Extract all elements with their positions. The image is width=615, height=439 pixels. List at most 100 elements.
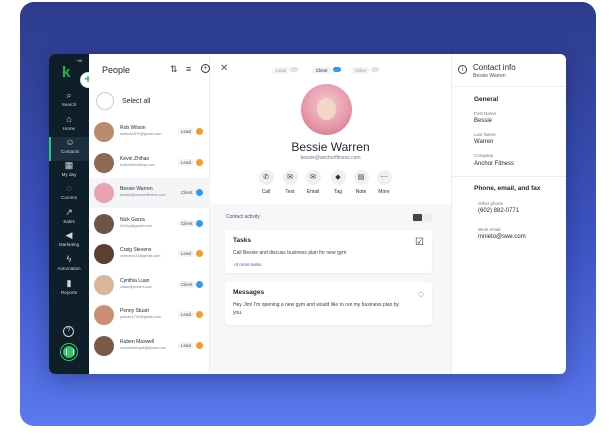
action-label: Text [285,189,295,195]
nav-label: Automation [57,266,81,271]
contact-row[interactable]: Craig Stevens cstevens33@gmail.com Lead [89,239,210,269]
status-badge: Client [178,280,196,288]
contact-row[interactable]: Rob Wilson rwilson1970@gmail.com Lead [89,117,210,147]
contact-email: bessie@anchorfitness.com [300,155,361,161]
contact-row[interactable]: Kevin Zhihao kz@mtrxchitcup.com Lead [89,148,210,178]
home-icon: ⌂ [66,114,72,124]
other-phone-label: Other phone [478,201,504,206]
note-button[interactable]: ▤ Note [350,170,372,195]
toggle-lead[interactable] [290,67,298,72]
company-value[interactable]: Anchor Fitness [474,161,514,167]
divider [452,176,566,177]
close-icon[interactable]: ✕ [220,63,228,74]
nav-item-automation[interactable]: ϟ Automation [49,254,89,278]
email-button[interactable]: ✉ Email [302,170,324,195]
view-toggle[interactable] [412,213,432,222]
tag-icon: ◆ [330,170,346,185]
sales-icon: ↗ [65,207,73,217]
contact-row[interactable]: Nick Garza NGtxp@gmail.com Client [89,209,210,239]
contact-email: cstevens33@gmail.com [120,254,161,258]
contact-email: bessie@anchorfitness.com [120,193,166,197]
chat-icon: ◌ [66,183,72,193]
status-badge: Lead [178,250,195,257]
activity-label: Contact activity [226,214,260,220]
nav-label: Sales [63,219,75,224]
tasks-title: Tasks [233,237,251,244]
call-button[interactable]: ✆ Call [255,170,277,195]
tag-button[interactable]: ◆ Tag [327,170,349,195]
nav-label: Reports [60,290,78,295]
contact-row[interactable]: Ruben Maxwell maxwellsimple@gmail.com Lead [89,331,210,361]
note-icon: ▤ [353,170,369,185]
avatar [94,305,114,325]
info-subtitle: Bessie Warren [473,73,506,79]
search-icon: ⌕ [66,90,72,100]
sort-icon[interactable]: ⇅ [170,64,178,75]
select-all-checkbox[interactable] [96,92,114,110]
filter-icon[interactable]: ≡ [186,64,191,74]
stage-client[interactable]: Client [312,67,332,74]
nav-item-search[interactable]: ⌕ Search [49,90,89,114]
messages-title: Messages [233,289,265,296]
messages-card[interactable]: Messages Hey Jim! I'm opening a new gym … [225,282,432,325]
status-dot [196,189,203,196]
other-phone-value[interactable]: (602) 882-0771 [478,208,519,214]
nav-item-contacts[interactable]: ☺ Contacts [49,137,89,161]
nav-item-my-day[interactable]: ▦ My day [49,160,89,184]
info-icon: i [458,65,467,74]
stage-other[interactable]: Other [351,67,371,74]
user-avatar[interactable] [61,344,77,360]
avatar [94,122,114,142]
nav-label: Comms [61,195,77,200]
people-panel: People ⇅ ≡ + Select all Rob Wilson rwilso… [89,54,210,374]
toggle-other[interactable] [371,67,379,72]
status-dot [196,341,203,349]
avatar [94,244,114,264]
megaphone-icon: ◀ [65,230,73,240]
contact-name: Ruben Maxwell [120,338,155,345]
status-dot [196,128,203,135]
stage-lead[interactable]: Lead [272,67,291,74]
last-name-value[interactable]: Warren [474,139,493,145]
nav-item-comms[interactable]: ◌ Comms [49,183,89,207]
more-tasks-link[interactable]: +3 more tasks [233,262,261,267]
avatar [94,335,114,356]
contact-email: NGtxp@gmail.com [120,223,152,228]
text-button[interactable]: ✉ Text [279,170,301,195]
add-contact-icon[interactable]: + [201,64,210,73]
action-label: Tag [333,189,343,195]
contact-row[interactable]: Bessie Warren bessie@anchorfitness.com Cli… [89,178,210,208]
more-icon: ⋯ [376,170,392,185]
nav-label: Marketing [58,242,80,247]
avatar [94,152,114,173]
status-dot [196,219,203,227]
toggle-client[interactable] [333,67,341,72]
first-name-value[interactable]: Bessie [474,118,492,124]
nav-label: Home [62,126,76,131]
help-icon[interactable]: ? [63,326,74,337]
work-email-value[interactable]: mnieto@swe.com [478,234,526,240]
first-name-label: First Name [474,111,497,116]
nav-item-reports[interactable]: ▮ Reports [49,278,89,302]
tasks-card[interactable]: Tasks Call Bessie and discuss business p… [225,230,432,273]
last-name-label: Last Name [474,132,496,137]
contact-name: Bessie Warren [291,140,370,154]
status-dot [196,311,203,318]
nav-item-sales[interactable]: ↗ Sales [49,207,89,231]
people-title: People [102,65,131,75]
contact-name: Bessie Warren [120,186,153,192]
contact-email: maxwellsimple@gmail.com [120,345,166,350]
company-label: Company [474,153,494,158]
more-button[interactable]: ⋯ More [373,170,395,195]
nav-item-home[interactable]: ⌂ Home [49,114,89,138]
contact-name: Penny Stuart [120,308,149,314]
contacts-icon: ☺ [65,137,75,147]
contact-name: Kevin Zhihao [120,155,150,162]
nav-label: Contacts [60,149,80,154]
collapse-icon[interactable]: ⇥ [76,57,82,65]
contact-row[interactable]: Cynthia Luan cluan@modrd.com Client [89,270,210,300]
nav-item-marketing[interactable]: ◀ Marketing [49,230,89,254]
phone-heading: Phone, email, and fax [474,185,541,192]
contact-row[interactable]: Penny Stuart pstuart1700@gmail.com Lead [89,300,210,330]
tasks-body: Call Bessie and discuss business plan fo… [233,250,347,256]
